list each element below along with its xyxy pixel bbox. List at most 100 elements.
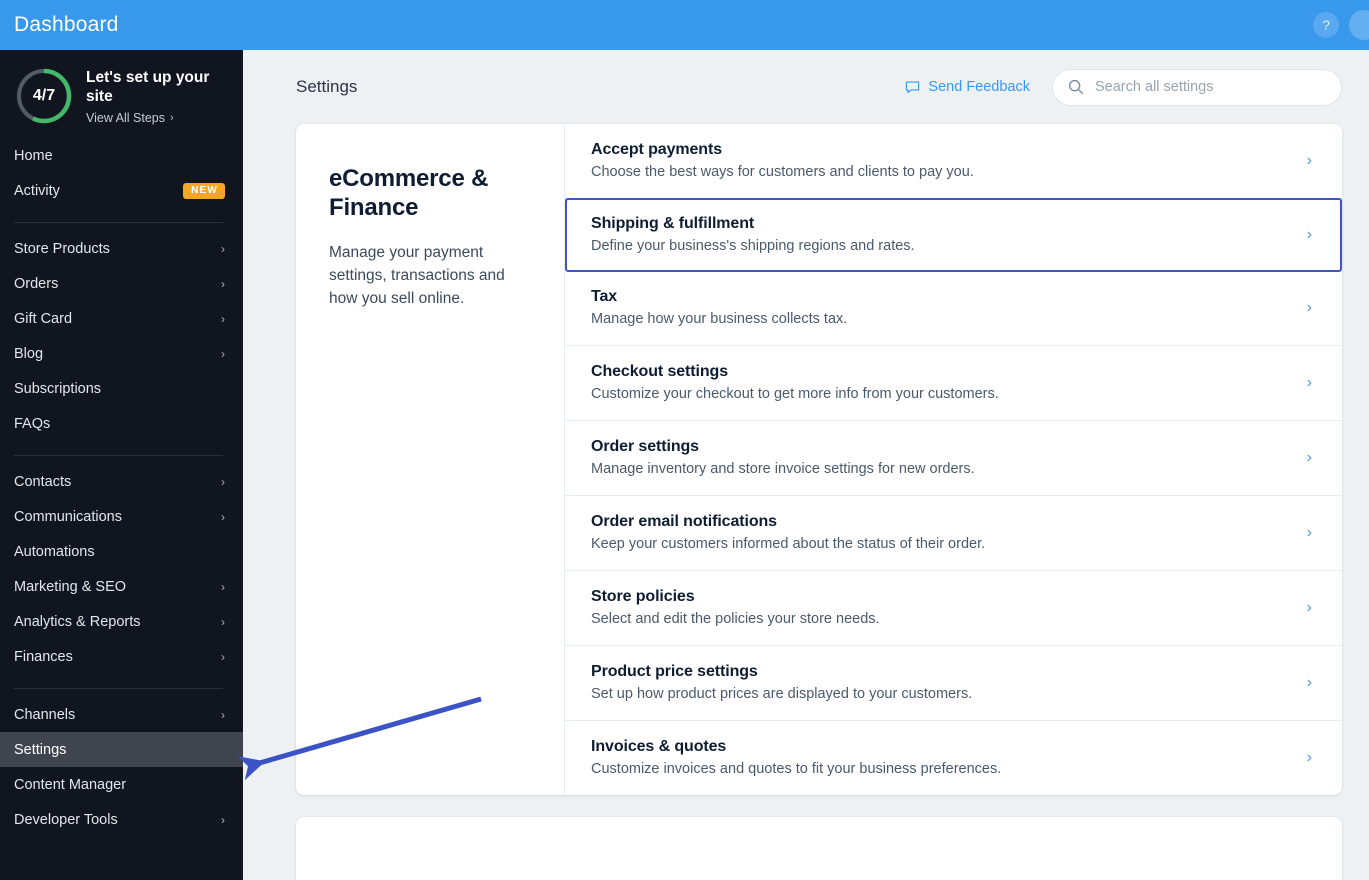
chevron-right-icon: › xyxy=(221,649,225,664)
settings-row[interactable]: Product price settings Set up how product… xyxy=(565,646,1342,721)
sidebar-item-communications[interactable]: Communications › xyxy=(0,499,243,534)
chevron-right-icon: › xyxy=(1306,225,1312,243)
settings-row-texts: Shipping & fulfillment Define your busine… xyxy=(591,215,1307,254)
sidebar-item-home[interactable]: Home xyxy=(0,138,243,173)
sidebar-item-blog[interactable]: Blog › xyxy=(0,336,243,371)
settings-row-title: Invoices & quotes xyxy=(591,738,727,755)
settings-row-title: Shipping & fulfillment xyxy=(591,215,755,232)
view-all-steps-link[interactable]: View All Steps › xyxy=(86,111,221,125)
settings-row-description: Manage how your business collects tax. xyxy=(591,311,848,327)
chevron-right-icon: › xyxy=(1306,748,1312,766)
send-feedback-button[interactable]: Send Feedback xyxy=(905,79,1030,95)
nav-group: Channels › Settings Content Manager Develope… xyxy=(0,697,243,843)
chevron-right-icon: › xyxy=(1306,151,1312,169)
chevron-right-icon: › xyxy=(221,509,225,524)
dashboard-title: Dashboard xyxy=(14,13,119,36)
chevron-right-icon: › xyxy=(221,707,225,722)
settings-row-title: Tax xyxy=(591,288,618,305)
chevron-right-icon: › xyxy=(169,111,174,124)
search-input[interactable] xyxy=(1095,79,1327,95)
sidebar-item-activity[interactable]: Activity NEW xyxy=(0,173,243,208)
chevron-right-icon: › xyxy=(1306,673,1312,691)
settings-row-description: Define your business's shipping regions … xyxy=(591,238,915,254)
card-heading: eCommerce & Finance xyxy=(329,165,489,222)
sidebar-item-store-products[interactable]: Store Products › xyxy=(0,231,243,266)
chevron-right-icon: › xyxy=(1306,598,1312,616)
sidebar-item-label: Blog xyxy=(14,345,44,362)
settings-row[interactable]: Accept payments Choose the best ways for … xyxy=(565,124,1342,199)
chevron-right-icon: › xyxy=(221,241,225,256)
settings-row-description: Keep your customers informed about the s… xyxy=(591,536,986,552)
chevron-right-icon: › xyxy=(221,474,225,489)
header-actions: Send Feedback xyxy=(905,68,1342,106)
secondary-card xyxy=(296,817,1342,880)
settings-row-description: Manage inventory and store invoice setti… xyxy=(591,461,975,477)
nav-divider xyxy=(14,688,223,689)
settings-row-texts: Product price settings Set up how product… xyxy=(591,663,1307,702)
send-feedback-label: Send Feedback xyxy=(928,79,1030,95)
chevron-right-icon: › xyxy=(221,614,225,629)
settings-row[interactable]: Tax Manage how your business collects tax… xyxy=(565,271,1342,346)
settings-row[interactable]: Order settings Manage inventory and store… xyxy=(565,421,1342,496)
settings-row-texts: Checkout settings Customize your checkout… xyxy=(591,363,1307,402)
speech-bubble-icon xyxy=(906,81,920,93)
settings-row-title: Order email notifications xyxy=(591,513,777,530)
settings-row[interactable]: Checkout settings Customize your checkout… xyxy=(565,346,1342,421)
sidebar-item-label: Content Manager xyxy=(14,776,127,793)
sidebar-item-label: Communications xyxy=(14,508,122,525)
setup-progress-block[interactable]: 4/7 Let's set up your site View All Step… xyxy=(0,50,243,138)
settings-row[interactable]: Order email notifications Keep your custo… xyxy=(565,496,1342,571)
top-bar: Dashboard ? xyxy=(0,0,1369,50)
top-bar-actions: ? xyxy=(1313,0,1369,50)
search-box[interactable] xyxy=(1052,68,1342,106)
sidebar-item-contacts[interactable]: Contacts › xyxy=(0,464,243,499)
sidebar-item-finances[interactable]: Finances › xyxy=(0,639,243,674)
sidebar-item-developer-tools[interactable]: Developer Tools › xyxy=(0,802,243,837)
chevron-right-icon: › xyxy=(1306,448,1312,466)
sidebar-item-automations[interactable]: Automations xyxy=(0,534,243,569)
settings-row[interactable]: Invoices & quotes Customize invoices and … xyxy=(565,721,1342,795)
avatar[interactable] xyxy=(1349,10,1369,40)
sidebar-nav: Home Activity NEW Store Products › Orders › Gif… xyxy=(0,138,243,843)
nav-group: Contacts › Communications › Automations Marke… xyxy=(0,464,243,680)
sidebar-item-subscriptions[interactable]: Subscriptions xyxy=(0,371,243,406)
progress-label: 4/7 xyxy=(32,87,56,104)
settings-row-title: Product price settings xyxy=(591,663,758,680)
chevron-right-icon: › xyxy=(221,276,225,291)
help-icon[interactable]: ? xyxy=(1313,12,1339,38)
sidebar-item-analytics-reports[interactable]: Analytics & Reports › xyxy=(0,604,243,639)
settings-row-description: Choose the best ways for customers and c… xyxy=(591,164,974,180)
progress-ring: 4/7 xyxy=(14,66,74,126)
settings-row-description: Customize invoices and quotes to fit you… xyxy=(591,761,1002,777)
settings-row-title: Store policies xyxy=(591,588,695,605)
app-root: Dashboard ? 4/7 Let's set up your site V… xyxy=(0,0,1369,880)
settings-row-texts: Invoices & quotes Customize invoices and … xyxy=(591,738,1307,777)
chevron-right-icon: › xyxy=(221,812,225,827)
settings-row-list: Accept payments Choose the best ways for … xyxy=(564,124,1342,795)
sidebar-item-content-manager[interactable]: Content Manager xyxy=(0,767,243,802)
settings-row-title: Checkout settings xyxy=(591,363,728,380)
settings-row-description: Customize your checkout to get more info… xyxy=(591,386,999,402)
chevron-right-icon: › xyxy=(221,311,225,326)
sidebar-item-channels[interactable]: Channels › xyxy=(0,697,243,732)
setup-title: Let's set up your site xyxy=(86,69,210,106)
sidebar-item-faqs[interactable]: FAQs xyxy=(0,406,243,441)
sidebar-item-label: Channels xyxy=(14,706,76,723)
sidebar-item-label: Store Products xyxy=(14,240,110,257)
settings-row[interactable]: Store policies Select and edit the polici… xyxy=(565,571,1342,646)
sidebar-item-gift-card[interactable]: Gift Card › xyxy=(0,301,243,336)
settings-row[interactable]: Shipping & fulfillment Define your busine… xyxy=(565,198,1342,272)
sidebar-item-label: Activity xyxy=(14,182,60,199)
sidebar-item-label: Analytics & Reports xyxy=(14,613,141,630)
sidebar-item-settings[interactable]: Settings xyxy=(0,732,243,767)
card-description: Manage your payment settings, transactio… xyxy=(329,243,505,308)
sidebar-item-label: Orders xyxy=(14,275,59,292)
sidebar-item-label: Marketing & SEO xyxy=(14,578,127,595)
chevron-right-icon: › xyxy=(1306,298,1312,316)
settings-row-texts: Order email notifications Keep your custo… xyxy=(591,513,1307,552)
page-title: Settings xyxy=(296,77,358,96)
card-intro: eCommerce & Finance Manage your payment … xyxy=(296,124,564,795)
sidebar-item-orders[interactable]: Orders › xyxy=(0,266,243,301)
search-icon xyxy=(1068,79,1084,95)
sidebar-item-marketing-seo[interactable]: Marketing & SEO › xyxy=(0,569,243,604)
